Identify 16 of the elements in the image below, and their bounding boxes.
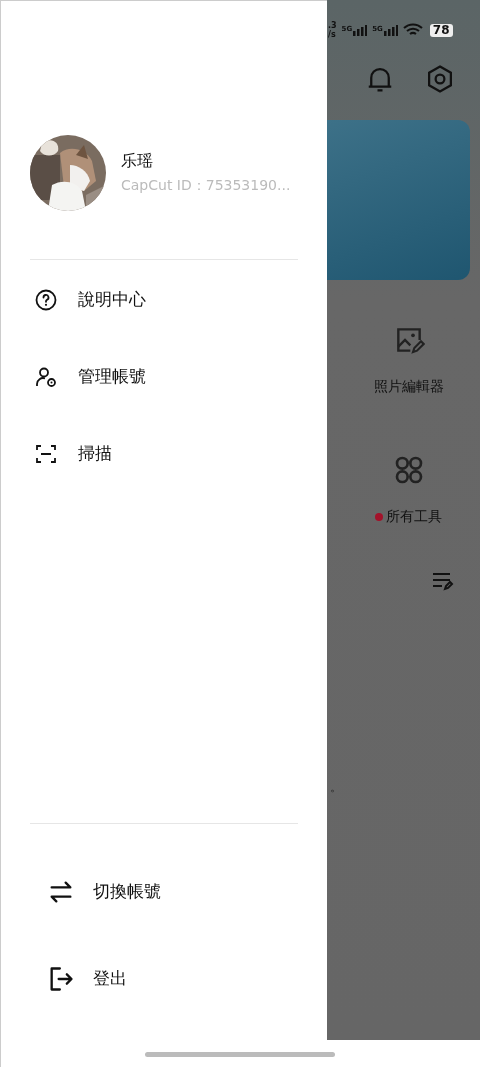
settings-icon[interactable] xyxy=(425,64,455,94)
wifi-icon xyxy=(402,23,423,37)
signal-icon xyxy=(383,24,398,36)
menu-item[interactable]: 切換帳號 xyxy=(1,853,327,930)
menu-item[interactable]: 說明中心 xyxy=(1,261,327,338)
network-speed: .3 xyxy=(328,21,337,30)
signal-icon xyxy=(353,24,368,36)
network-speed: /s xyxy=(328,30,337,39)
battery-level: 78 xyxy=(429,23,453,37)
menu-item[interactable]: 登出 xyxy=(1,940,327,1017)
menu-item[interactable]: 掃描 xyxy=(1,415,327,492)
user-name: 乐瑶 xyxy=(121,151,154,172)
menu-item[interactable]: 管理帳號 xyxy=(1,338,327,415)
help-icon xyxy=(34,287,58,312)
note-text: 。 xyxy=(329,779,343,796)
user-id: CapCut ID：75353190... xyxy=(121,177,291,195)
